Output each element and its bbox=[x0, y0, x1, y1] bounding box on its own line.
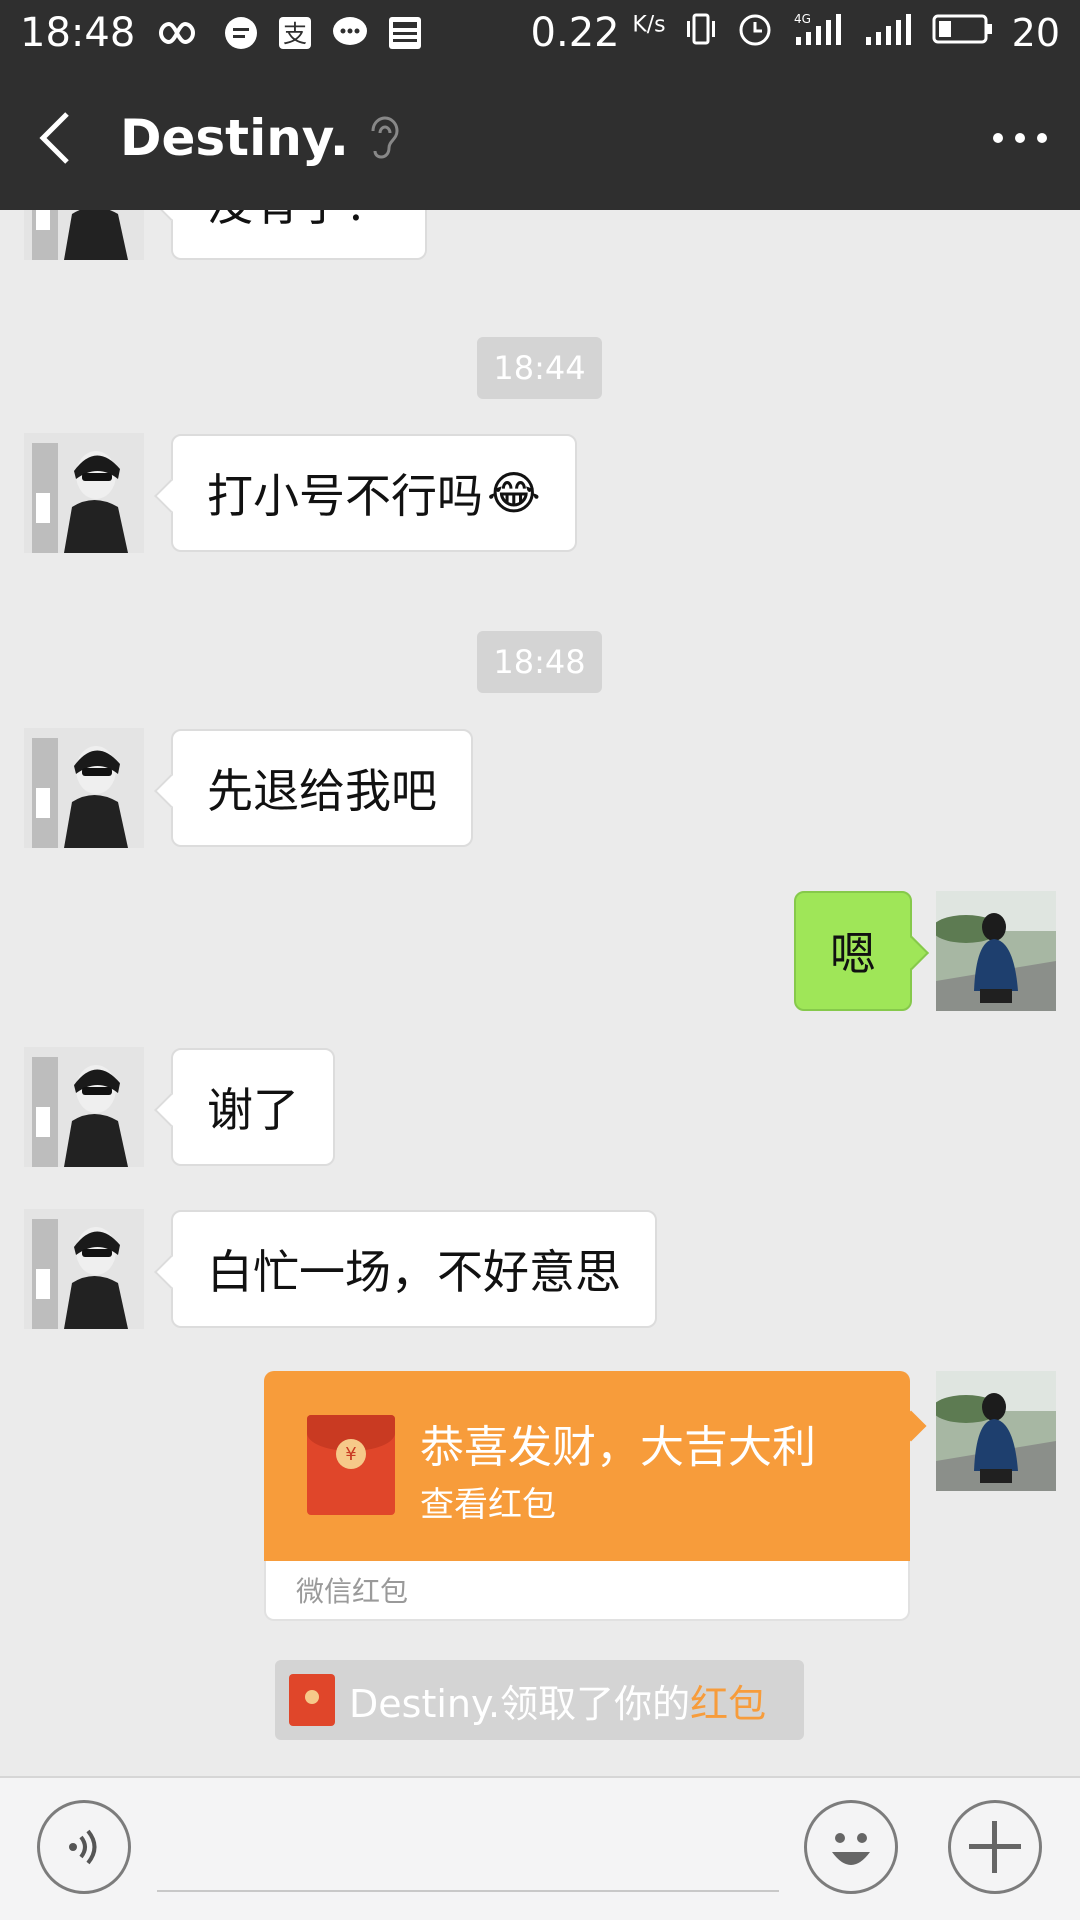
battery-level: 20 bbox=[1011, 11, 1060, 55]
laughing-tears-emoji: 😂 bbox=[487, 466, 541, 520]
status-time: 18:48 bbox=[20, 10, 136, 56]
status-right: 0.22 K/s 4G 20 bbox=[531, 10, 1060, 57]
news-app-icon bbox=[387, 15, 423, 51]
contact-avatar[interactable] bbox=[24, 210, 144, 260]
incoming-message[interactable]: 打小号不行吗 😂 bbox=[171, 434, 577, 552]
message-app-icon bbox=[223, 15, 259, 51]
red-packet-action: 查看红包 bbox=[420, 1485, 556, 1525]
input-bar bbox=[0, 1776, 1080, 1920]
chat-app-icon bbox=[331, 15, 369, 51]
message-text: 打小号不行吗 bbox=[207, 469, 483, 523]
battery-icon bbox=[932, 11, 994, 55]
smiley-icon bbox=[832, 1833, 870, 1865]
chat-title: Destiny. bbox=[120, 109, 349, 167]
svg-text:4G: 4G bbox=[794, 12, 811, 26]
contact-avatar[interactable] bbox=[24, 1047, 144, 1167]
red-packet-card[interactable]: ¥ 恭喜发财，大吉大利 查看红包 微信红包 bbox=[264, 1371, 910, 1621]
incoming-message[interactable]: 没有了？ bbox=[171, 210, 427, 260]
voice-icon bbox=[69, 1829, 97, 1865]
incoming-message[interactable]: 谢了 bbox=[171, 1048, 335, 1166]
signal-4g-icon: 4G bbox=[792, 11, 844, 56]
vibrate-icon bbox=[684, 11, 718, 56]
voice-button[interactable] bbox=[37, 1800, 131, 1894]
plus-icon bbox=[969, 1821, 1021, 1873]
back-arrow-icon bbox=[39, 112, 69, 164]
message-timestamp: 18:44 bbox=[477, 337, 602, 399]
chat-header: Destiny. bbox=[0, 66, 1080, 210]
message-input[interactable] bbox=[157, 1810, 779, 1892]
status-bar: 18:48 支 0.22 K/s 4G 20 bbox=[0, 0, 1080, 66]
contact-avatar[interactable] bbox=[24, 1209, 144, 1329]
red-packet-footer: 微信红包 bbox=[264, 1561, 910, 1621]
red-envelope-icon: ¥ bbox=[307, 1415, 395, 1515]
red-packet-greeting: 恭喜发财，大吉大利 bbox=[420, 1422, 816, 1473]
emoji-button[interactable] bbox=[804, 1800, 898, 1894]
infinity-icon bbox=[157, 18, 205, 48]
contact-avatar[interactable] bbox=[24, 433, 144, 553]
message-text: 没有了？ bbox=[207, 210, 391, 234]
more-icon bbox=[993, 133, 1047, 143]
network-speed: 0.22 K/s bbox=[530, 10, 666, 56]
red-envelope-small-icon bbox=[289, 1674, 335, 1726]
message-text: 嗯 bbox=[830, 927, 876, 981]
message-text: 先退给我吧 bbox=[207, 764, 437, 818]
alarm-icon bbox=[736, 10, 774, 57]
incoming-message[interactable]: 白忙一场，不好意思 bbox=[171, 1210, 657, 1328]
more-button[interactable] bbox=[960, 66, 1080, 210]
incoming-message[interactable]: 先退给我吧 bbox=[171, 729, 473, 847]
my-avatar[interactable] bbox=[936, 891, 1056, 1011]
chat-message-list[interactable]: 没有了？ 18:44 打小号不行吗 😂 18:48 先退给我吧 嗯 谢了 白忙一… bbox=[0, 210, 1080, 1776]
message-timestamp: 18:48 bbox=[477, 631, 602, 693]
notice-red-packet-link[interactable]: 红包 bbox=[690, 1673, 766, 1728]
red-packet-claimed-notice: Destiny.领取了你的 红包 bbox=[275, 1660, 804, 1740]
back-button[interactable] bbox=[0, 66, 110, 210]
more-functions-button[interactable] bbox=[948, 1800, 1042, 1894]
message-text: 白忙一场，不好意思 bbox=[207, 1245, 621, 1299]
signal-icon bbox=[862, 11, 914, 56]
red-packet-body: ¥ 恭喜发财，大吉大利 查看红包 bbox=[264, 1371, 910, 1561]
my-avatar[interactable] bbox=[936, 1371, 1056, 1491]
outgoing-message[interactable]: 嗯 bbox=[794, 891, 912, 1011]
message-text: 谢了 bbox=[207, 1083, 299, 1137]
svg-text:支: 支 bbox=[283, 20, 307, 48]
red-packet-brand: 微信红包 bbox=[296, 1575, 409, 1608]
ear-icon bbox=[367, 115, 401, 161]
alipay-icon: 支 bbox=[277, 15, 313, 51]
contact-avatar[interactable] bbox=[24, 728, 144, 848]
notice-text: Destiny.领取了你的 bbox=[349, 1681, 691, 1726]
